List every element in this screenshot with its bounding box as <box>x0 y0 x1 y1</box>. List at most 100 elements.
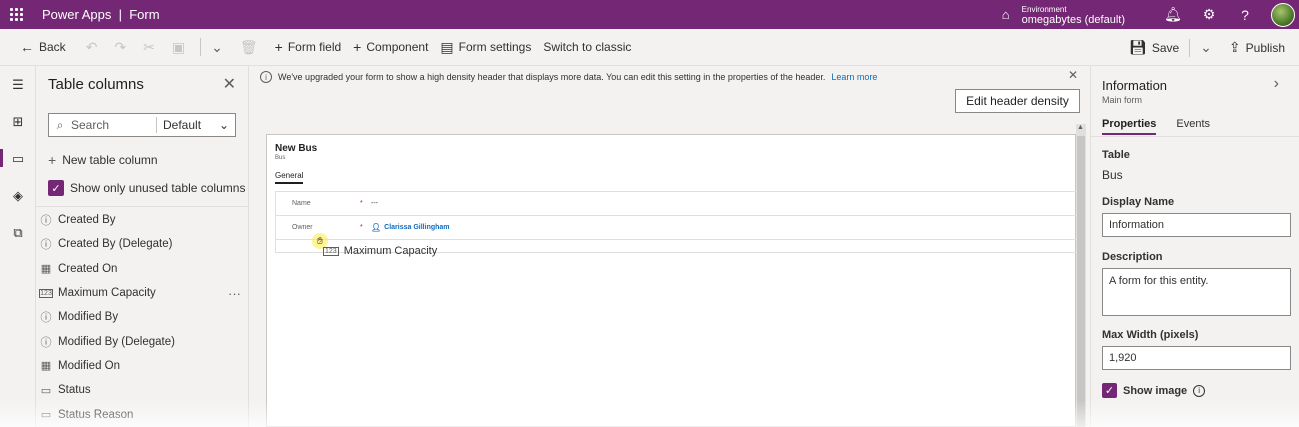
checkmark-icon: ✓ <box>1102 383 1117 398</box>
display-name-label: Display Name <box>1102 196 1175 208</box>
column-item-modified-by[interactable]: ⓘ Modified By <box>36 305 249 329</box>
avatar[interactable] <box>1271 2 1295 27</box>
close-icon[interactable]: ✕ <box>1068 68 1078 82</box>
search-box: ⌕ Search Default ⌄ <box>48 113 236 137</box>
save-button[interactable]: 💾︎ Save <box>1123 29 1185 66</box>
top-bar: Power Apps | Form ⌂ Environment omegabyt… <box>0 0 1299 29</box>
info-icon[interactable]: i <box>1193 384 1206 397</box>
save-dropdown[interactable]: ⌄ <box>1194 29 1223 66</box>
undo-icon: ↶ <box>85 38 98 55</box>
form-field-owner[interactable]: Owner * 👤︎ Clarissa Gillingham <box>276 216 1078 240</box>
form-libraries-icon[interactable]: ⧉ <box>0 214 36 251</box>
paste-icon: ▣ <box>171 38 186 55</box>
help-icon[interactable]: ? <box>1227 0 1263 29</box>
edit-header-density-button[interactable]: Edit header density <box>955 89 1080 113</box>
plus-icon: + <box>274 39 283 55</box>
column-item-status[interactable]: ▭ Status <box>36 378 249 402</box>
waffle-icon[interactable] <box>0 0 32 29</box>
scrollbar-thumb[interactable] <box>1077 136 1085 427</box>
column-item-maximum-capacity[interactable]: 123 Maximum Capacity ··· <box>36 281 249 305</box>
cut-icon: ✂ <box>143 38 155 55</box>
lookup-icon: ⓘ <box>40 336 52 349</box>
component-button[interactable]: + Component <box>347 29 434 66</box>
description-input[interactable]: A form for this entity. <box>1102 268 1291 316</box>
left-rail: ☰ ⊞ ▭ ◈ ⧉ <box>0 66 36 427</box>
tab-events[interactable]: Events <box>1176 118 1210 135</box>
option-icon: ▭ <box>40 409 52 422</box>
drag-ghost: 123 Maximum Capacity <box>323 245 437 257</box>
show-image-label: Show image <box>1123 384 1188 397</box>
tab-properties[interactable]: Properties <box>1102 118 1157 135</box>
chevron-right-icon[interactable]: › <box>1274 75 1279 93</box>
divider <box>1091 136 1299 137</box>
publish-label: Publish <box>1245 40 1285 55</box>
publish-button[interactable]: ⇪ Publish <box>1223 29 1299 66</box>
close-icon[interactable]: ✕ <box>223 74 236 94</box>
form-section[interactable]: Name * --- Owner * 👤︎ Clarissa Gillingham <box>275 191 1078 253</box>
filter-dropdown[interactable]: Default ⌄ <box>157 118 235 132</box>
table-columns-icon[interactable]: ▭ <box>0 140 36 177</box>
switch-classic-button[interactable]: Switch to classic <box>537 29 637 66</box>
tab-general[interactable]: General <box>275 171 304 184</box>
back-button[interactable]: ← Back <box>0 29 72 66</box>
undo-button[interactable]: ↶ <box>80 29 109 66</box>
hamburger-icon[interactable]: ☰ <box>0 66 36 103</box>
environment-selector[interactable]: ⌂ Environment omegabytes (default) <box>996 4 1125 26</box>
column-item-modified-by-delegate[interactable]: ⓘ Modified By (Delegate) <box>36 329 249 353</box>
tree-view-icon[interactable]: ◈ <box>0 177 36 214</box>
app-title: Power Apps | Form <box>42 7 160 22</box>
column-item-created-on[interactable]: ▦ Created On <box>36 257 249 281</box>
scroll-up-icon[interactable]: ▲ <box>1077 124 1084 131</box>
show-image-checkbox[interactable]: ✓ Show image i <box>1102 383 1206 398</box>
form-field-name[interactable]: Name * --- <box>276 192 1078 216</box>
drag-label: Maximum Capacity <box>343 245 438 257</box>
vertical-scrollbar[interactable]: ▲ <box>1076 124 1086 427</box>
show-unused-checkbox[interactable]: ✓ Show only unused table columns <box>48 180 245 196</box>
lookup-icon: ⓘ <box>40 215 52 228</box>
components-icon[interactable]: ⊞ <box>0 103 36 140</box>
panel-subtitle: Main form <box>1102 95 1143 105</box>
display-name-input[interactable]: Information <box>1102 213 1291 237</box>
more-options-icon[interactable]: ··· <box>228 286 241 301</box>
lookup-icon: ⓘ <box>40 239 52 252</box>
column-label: Modified By <box>58 311 119 324</box>
delete-icon: 🗑︎ <box>239 38 258 55</box>
field-value: --- <box>371 200 378 207</box>
field-label: Owner <box>292 224 313 231</box>
redo-button[interactable]: ↷ <box>108 29 137 66</box>
form-settings-label: Form settings <box>458 40 532 54</box>
column-item-created-by-delegate[interactable]: ⓘ Created By (Delegate) <box>36 232 249 256</box>
delete-button[interactable]: 🗑︎ <box>234 29 269 66</box>
column-item-modified-on[interactable]: ▦ Modified On <box>36 354 249 378</box>
cut-button[interactable]: ✂ <box>137 29 166 66</box>
banner-message: We've upgraded your form to show a high … <box>278 72 826 82</box>
more-dropdown[interactable]: ⌄ <box>205 29 234 66</box>
plus-icon: + <box>353 39 362 55</box>
form-title: New Bus <box>275 143 318 154</box>
new-table-column-button[interactable]: + New table column <box>48 152 158 168</box>
gear-icon[interactable]: ⚙ <box>1191 0 1227 29</box>
date-icon: ▦ <box>40 263 52 276</box>
form-settings-button[interactable]: ▤ Form settings <box>434 29 537 66</box>
info-icon: i <box>260 71 272 83</box>
max-width-input[interactable]: 1,920 <box>1102 346 1291 370</box>
column-item-status-reason[interactable]: ▭ Status Reason <box>36 402 249 426</box>
divider <box>36 206 249 207</box>
bell-icon[interactable]: 🔔︎ <box>1155 0 1191 29</box>
owner-link[interactable]: 👤︎ Clarissa Gillingham <box>371 223 450 232</box>
field-value: Clarissa Gillingham <box>384 224 450 231</box>
paste-button[interactable]: ▣ <box>166 29 196 66</box>
table-value: Bus <box>1102 168 1123 182</box>
save-icon: 💾︎ <box>1129 39 1147 55</box>
field-label: Name <box>292 200 311 207</box>
column-label: Modified On <box>58 359 121 372</box>
form-field-button[interactable]: + Form field <box>269 29 348 66</box>
learn-more-link[interactable]: Learn more <box>831 72 877 82</box>
search-input[interactable]: Search <box>71 118 156 132</box>
date-icon: ▦ <box>40 360 52 373</box>
environment-icon: ⌂ <box>1001 7 1010 22</box>
column-item-created-by[interactable]: ⓘ Created By <box>36 208 249 232</box>
panel-title: Table columns <box>48 76 144 93</box>
chevron-down-icon: ⌄ <box>1200 39 1212 55</box>
form-preview: New Bus Bus General Name * --- Owner * 👤… <box>266 134 1078 427</box>
